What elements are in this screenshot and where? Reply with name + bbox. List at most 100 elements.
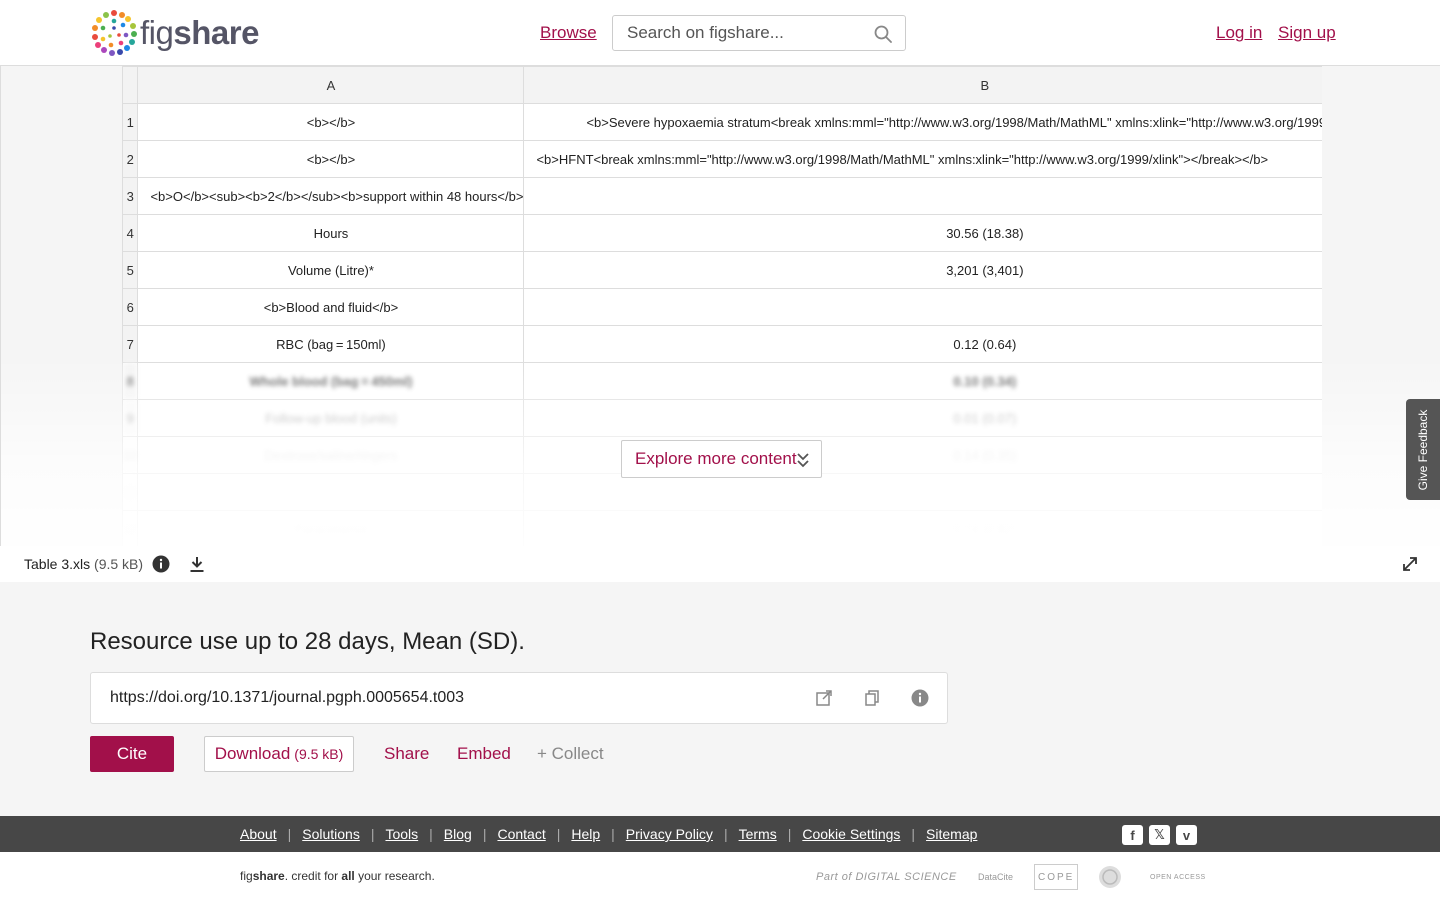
row-number: 5 [122,251,139,289]
footer-link-about[interactable]: About [240,826,277,842]
separator: | [723,826,728,842]
cell-b: <b>Severe hypoxaemia stratum<break xmlns… [523,103,1322,141]
footer-bottom: figshare. credit for all your research. … [0,852,1440,900]
separator: | [482,826,487,842]
file-bar: Table 3.xls (9.5 kB) [0,546,1440,582]
footer-link-sitemap[interactable]: Sitemap [926,826,977,842]
download-label: Download [214,744,291,763]
search-input[interactable] [613,16,853,50]
info-icon[interactable] [152,555,170,573]
table-row: 7 RBC (bag = 150ml) 0.12 (0.64) [122,325,1322,363]
row-number: 12 [122,510,139,546]
figshare-wordmark: figshare [140,14,259,51]
download-button[interactable]: Download (9.5 kB) [204,736,354,772]
footer-link-solutions[interactable]: Solutions [302,826,360,842]
cell-b: <b>HFNT<break xmlns:mml="http://www.w3.o… [523,140,1322,178]
cell-b [523,473,1322,511]
corner-cell [122,66,139,104]
cell-a: <b></b> [137,140,525,178]
row-number: 10 [122,436,139,474]
separator: | [911,826,916,842]
row-number: 9 [122,399,139,437]
doi-info-icon[interactable] [911,689,929,707]
cell-b: 0.10 (0.34) [523,362,1322,400]
cell-b: 30.56 (18.38) [523,214,1322,252]
separator: | [787,826,792,842]
cell-a: <b>Blood and fluid</b> [137,288,525,326]
row-number: 7 [122,325,139,363]
x-twitter-icon[interactable]: 𝕏 [1149,825,1170,845]
cope-logo[interactable]: COPE [1034,864,1079,890]
footer-link-tools[interactable]: Tools [385,826,418,842]
row-number: 4 [122,214,139,252]
file-size: (9.5 kB) [94,556,144,572]
footer-link-blog[interactable]: Blog [444,826,472,842]
separator: | [287,826,292,842]
doi-url[interactable]: https://doi.org/10.1371/journal.pgph.000… [110,689,464,707]
cell-a [137,473,525,511]
doi-box: https://doi.org/10.1371/journal.pgph.000… [90,672,948,724]
browse-link[interactable]: Browse [540,23,597,43]
cell-a: Hours [137,214,525,252]
explore-more-label: Explore more content [635,449,797,468]
cell-a: Dextrose/saline/ringers [137,436,525,474]
footer-link-privacy[interactable]: Privacy Policy [626,826,713,842]
footer-link-terms[interactable]: Terms [739,826,777,842]
cell-b [523,177,1322,215]
give-feedback-tab[interactable]: Give Feedback [1406,399,1440,500]
open-access-logo[interactable]: OPEN ACCESS [1150,864,1206,890]
external-link-icon[interactable] [815,689,833,707]
facebook-icon[interactable]: f [1122,825,1143,845]
datacite-logo[interactable]: DataCite [978,864,1013,890]
embed-button[interactable]: Embed [457,744,511,764]
give-feedback-label: Give Feedback [1416,409,1430,490]
double-chevron-down-icon [797,453,809,468]
search-box [612,15,906,51]
table-row: 1 <b></b> <b>Severe hypoxaemia stratum<b… [122,103,1322,141]
table-row: 8 Whole blood (bag = 450ml) 0.10 (0.34) [122,362,1322,400]
fullscreen-icon[interactable] [1402,556,1418,572]
digital-science-logo[interactable]: Part of DIGITAL SCIENCE [816,864,957,890]
cell-b: 3,201 (3,401) [523,251,1322,289]
item-details: Resource use up to 28 days, Mean (SD). h… [0,582,1440,816]
site-header: figshare Browse Log in Sign up [0,0,1440,66]
explore-more-button[interactable]: Explore more content [621,440,822,478]
table-row: 6 <b>Blood and fluid</b> [122,288,1322,326]
footer-links: About | Solutions | Tools | Blog | Contact | … [240,826,977,842]
collect-button[interactable]: + Collect [537,744,604,764]
cell-b [523,288,1322,326]
cell-a: Follow-up blood (units) [137,399,525,437]
footer-link-cookie-settings[interactable]: Cookie Settings [802,826,900,842]
separator: | [429,826,433,842]
search-icon[interactable] [873,24,893,44]
footer-link-contact[interactable]: Contact [497,826,545,842]
file-viewer: A B 1 <b></b> <b>Severe hypoxaemia strat… [0,66,1440,546]
cell-a: Volume (Litre)* [137,251,525,289]
cite-button[interactable]: Cite [90,736,174,772]
cell-b: 0.74 (0.82) [523,510,1322,546]
table-row: 4 Hours 30.56 (18.38) [122,214,1322,252]
share-button[interactable]: Share [384,744,429,764]
row-number: 1 [122,103,139,141]
row-number: 3 [122,177,139,215]
cell-a: RBC (bag = 150ml) [137,325,525,363]
cell-b: 0.01 (0.07) [523,399,1322,437]
signup-link[interactable]: Sign up [1278,23,1336,43]
item-title: Resource use up to 28 days, Mean (SD). [90,628,525,655]
login-link[interactable]: Log in [1216,23,1262,43]
column-header: B [523,66,1322,104]
copy-icon[interactable] [863,689,881,707]
seal-logo-icon[interactable] [1098,864,1122,890]
table-row: 11 [122,473,1322,511]
column-header: A [137,66,525,104]
figshare-logo[interactable]: figshare [90,8,259,58]
vimeo-icon[interactable]: v [1176,825,1197,845]
download-icon[interactable] [188,555,206,573]
footer-link-help[interactable]: Help [571,826,600,842]
table-row: 2 <b></b> <b>HFNT<break xmlns:mml="http:… [122,140,1322,178]
row-number: 8 [122,362,139,400]
table-row: 3 <b>O</b><sub><b>2</b></sub><b>support … [122,177,1322,215]
cell-a: <b>O</b><sub><b>2</b></sub><b>support wi… [137,177,525,215]
row-number: 2 [122,140,139,178]
separator: | [611,826,615,842]
